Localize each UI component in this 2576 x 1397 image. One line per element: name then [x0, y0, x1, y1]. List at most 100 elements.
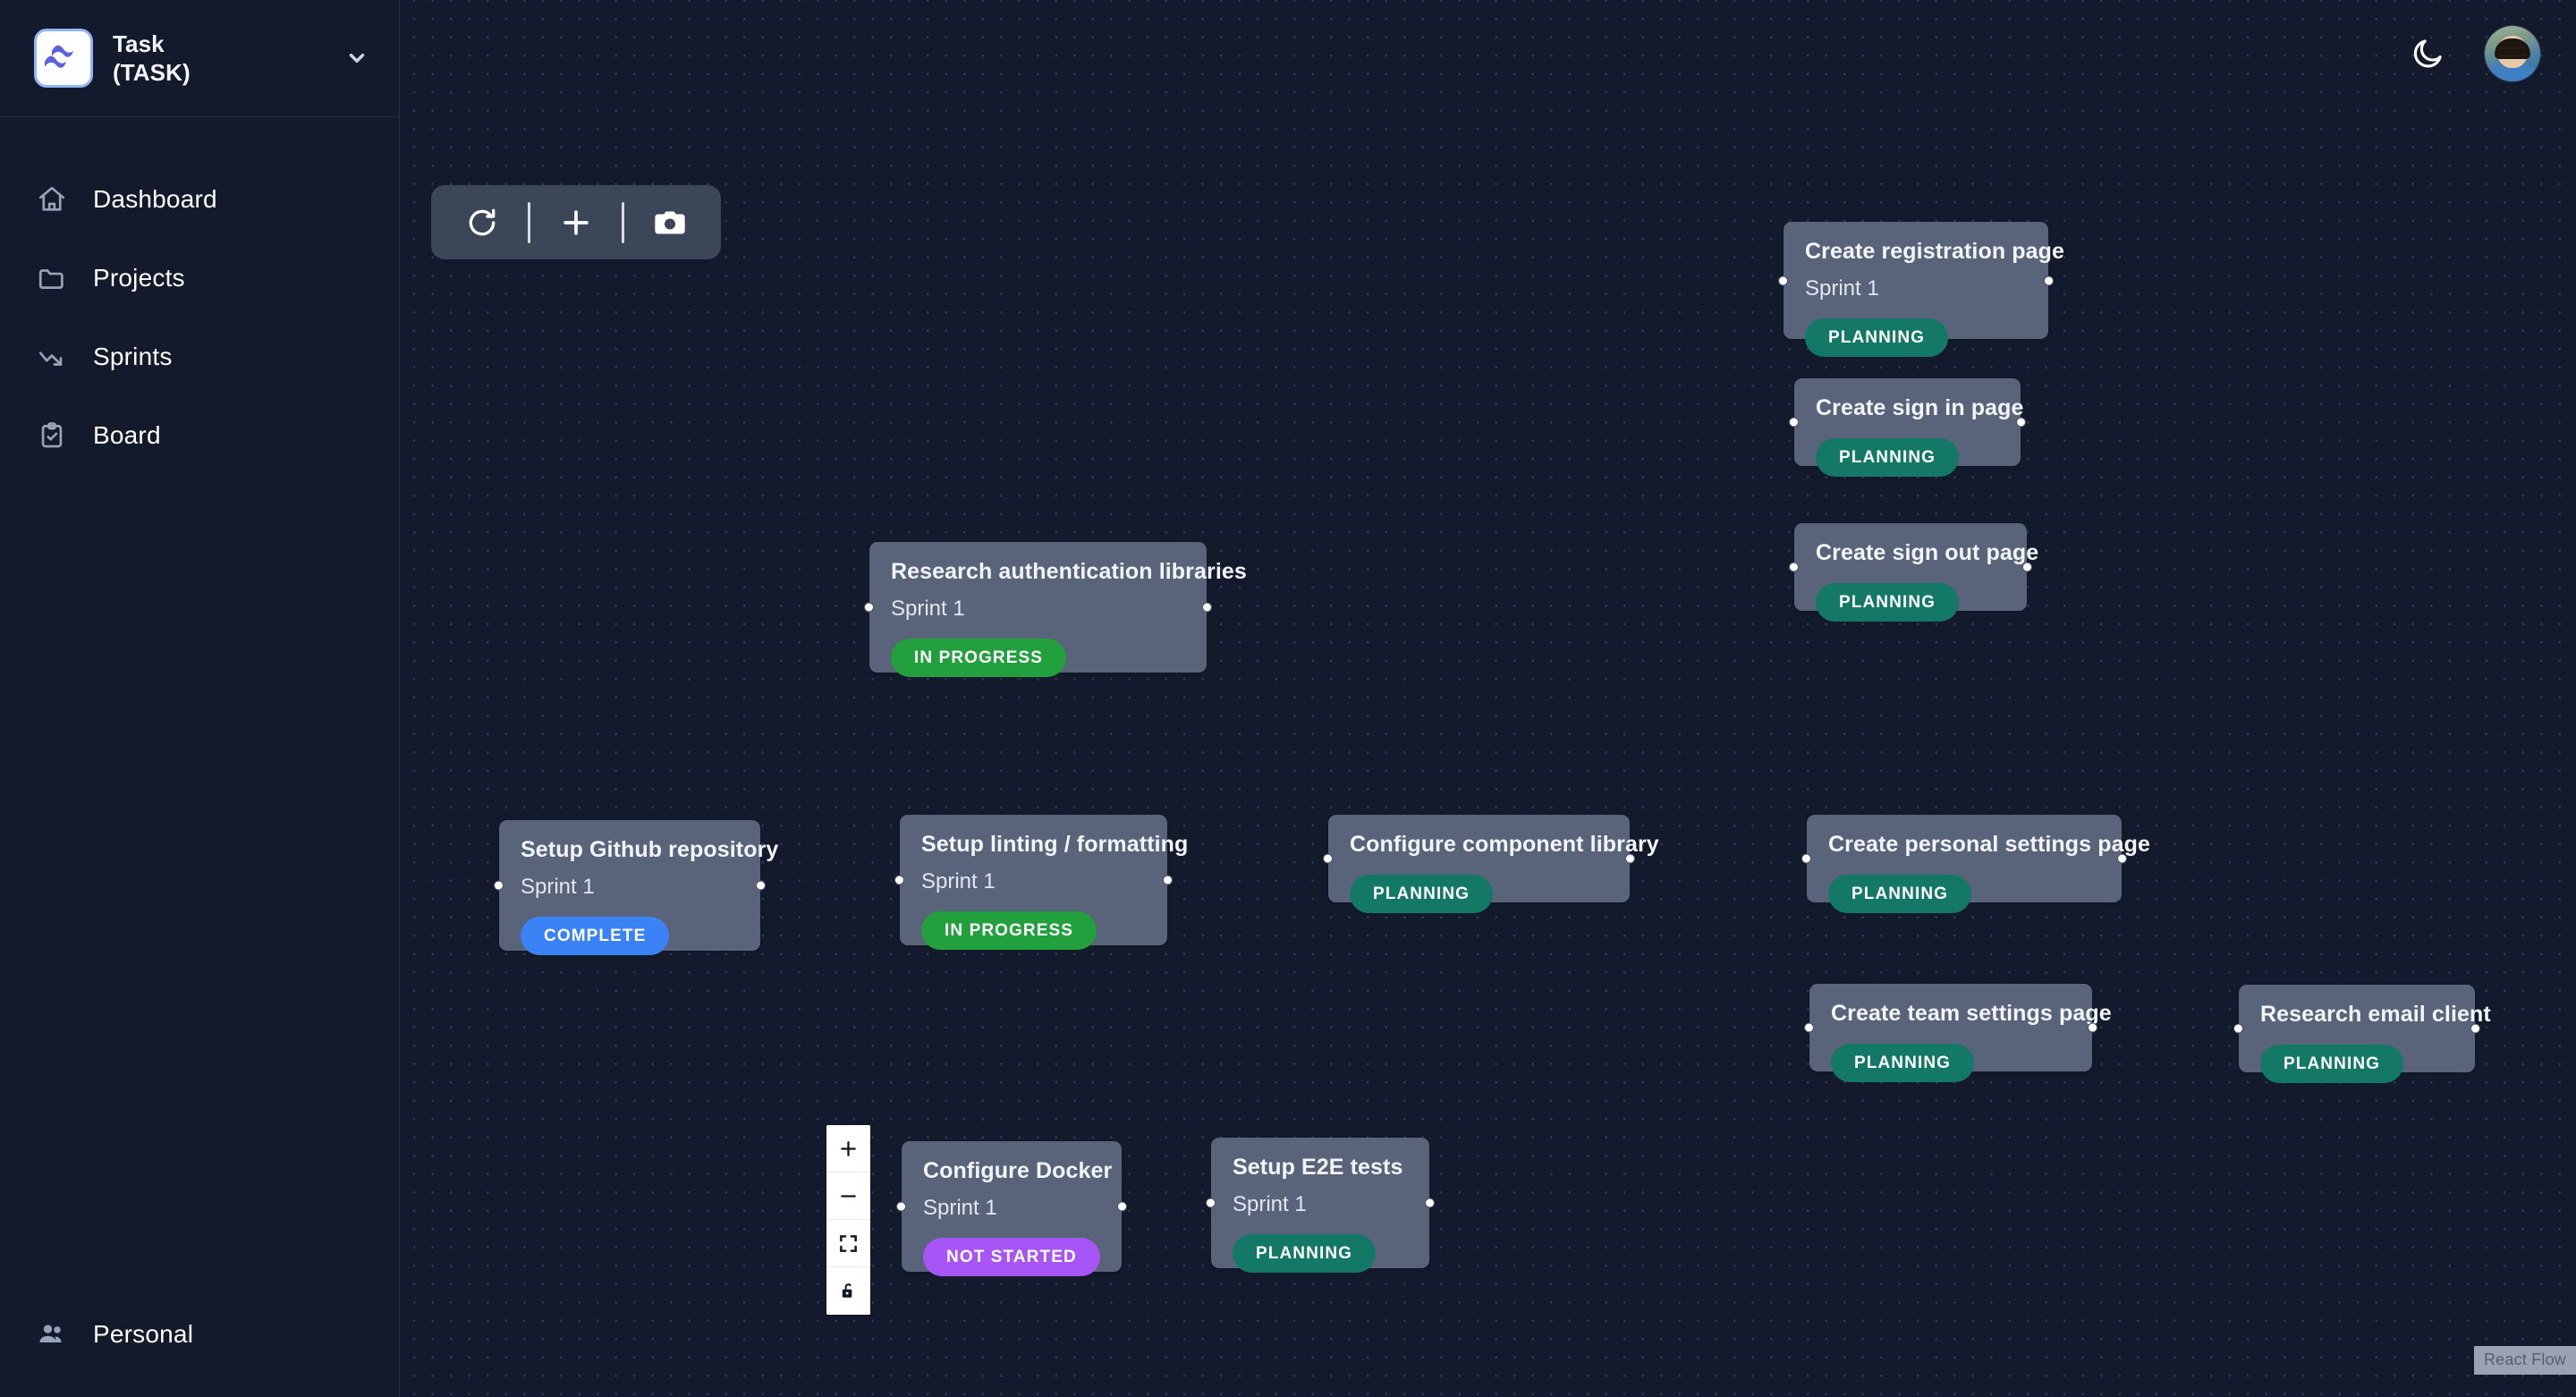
- task-node-title: Create team settings page: [1831, 1001, 2112, 1026]
- flow-toolbar: [431, 185, 721, 259]
- zoom-out-button[interactable]: [826, 1173, 870, 1220]
- status-badge[interactable]: PLANNING: [1828, 875, 1972, 914]
- task-node-title: Create sign in page: [1816, 395, 2024, 420]
- task-node-title: Create personal settings page: [1828, 832, 2150, 857]
- status-badge[interactable]: PLANNING: [1350, 875, 1494, 914]
- status-badge[interactable]: PLANNING: [2260, 1045, 2404, 1084]
- status-badge[interactable]: PLANNING: [1831, 1044, 1975, 1083]
- zoom-in-button[interactable]: [826, 1125, 870, 1173]
- target-handle[interactable]: [864, 602, 874, 613]
- sidebar-item-sprints[interactable]: Sprints: [0, 318, 399, 396]
- workspace-switcher[interactable]: Task (TASK): [0, 0, 399, 117]
- source-handle[interactable]: [2117, 853, 2127, 864]
- target-handle[interactable]: [494, 880, 504, 891]
- target-handle[interactable]: [1801, 853, 1811, 864]
- task-node[interactable]: Setup Github repository Sprint 1 COMPLETE: [494, 820, 779, 956]
- task-node-title: Create sign out page: [1816, 540, 2039, 565]
- source-handle[interactable]: [2016, 417, 2026, 428]
- source-handle[interactable]: [2044, 275, 2054, 285]
- target-handle[interactable]: [894, 875, 904, 885]
- source-handle[interactable]: [1117, 1201, 1127, 1212]
- sidebar-nav: Dashboard Projects Sprints Board: [0, 117, 399, 475]
- plus-icon[interactable]: [548, 195, 604, 250]
- flow-edges: [400, 0, 668, 134]
- react-flow-attribution[interactable]: React Flow: [2473, 1346, 2576, 1375]
- sidebar-item-label: Sprints: [93, 343, 173, 370]
- home-icon: [34, 184, 70, 215]
- topbar: [2402, 0, 2576, 107]
- status-badge[interactable]: PLANNING: [1233, 1234, 1377, 1274]
- wave-logo-icon: [34, 29, 93, 88]
- source-handle[interactable]: [1202, 602, 1212, 613]
- source-handle[interactable]: [2470, 1023, 2480, 1034]
- status-badge[interactable]: IN PROGRESS: [891, 639, 1067, 678]
- task-node[interactable]: Setup linting / formatting Sprint 1 IN PRO…: [894, 815, 1188, 951]
- target-handle[interactable]: [1804, 1022, 1814, 1033]
- sidebar-item-label: Board: [93, 421, 161, 449]
- task-node[interactable]: Configure component library PLANNING: [1323, 815, 1659, 914]
- trend-down-arrow-icon: [34, 342, 70, 372]
- moon-icon[interactable]: [2402, 29, 2453, 79]
- task-node-title: Research email client: [2260, 1002, 2491, 1027]
- task-node[interactable]: Research authentication libraries Sprint …: [864, 542, 1247, 678]
- task-node-title: Setup Github repository: [521, 837, 779, 862]
- task-node-sprint: Sprint 1: [1805, 276, 1879, 301]
- task-node-title: Setup E2E tests: [1233, 1155, 1403, 1180]
- status-badge[interactable]: PLANNING: [1816, 438, 1960, 478]
- task-node[interactable]: Configure Docker Sprint 1 NOT STARTED: [896, 1141, 1127, 1277]
- status-badge[interactable]: IN PROGRESS: [921, 911, 1097, 951]
- status-badge[interactable]: COMPLETE: [521, 917, 670, 956]
- source-handle[interactable]: [1625, 853, 1635, 864]
- target-handle[interactable]: [1789, 562, 1799, 572]
- status-badge[interactable]: NOT STARTED: [923, 1238, 1100, 1277]
- unlock-icon[interactable]: [826, 1267, 870, 1315]
- target-handle[interactable]: [896, 1201, 906, 1212]
- status-badge[interactable]: PLANNING: [1805, 318, 1949, 358]
- source-handle[interactable]: [1425, 1198, 1435, 1208]
- task-node[interactable]: Create sign in page PLANNING: [1789, 378, 2026, 478]
- toolbar-divider: [528, 201, 530, 243]
- source-handle[interactable]: [1163, 875, 1173, 885]
- task-node[interactable]: Create sign out page PLANNING: [1789, 523, 2039, 622]
- sidebar-item-personal[interactable]: Personal: [0, 1295, 399, 1374]
- task-node[interactable]: Research email client PLANNING: [2233, 985, 2491, 1084]
- task-node-title: Configure component library: [1350, 832, 1659, 857]
- sidebar: Task (TASK) Dashboard Projects Sprints B…: [0, 0, 400, 1397]
- camera-icon[interactable]: [642, 195, 698, 250]
- avatar[interactable]: [2485, 26, 2540, 81]
- task-node[interactable]: Create personal settings page PLANNING: [1801, 815, 2150, 914]
- task-node-sprint: Sprint 1: [921, 869, 996, 894]
- chevron-down-icon[interactable]: [345, 47, 369, 70]
- sidebar-bottom: Personal: [0, 1295, 399, 1374]
- workspace-key: (TASK): [113, 58, 191, 86]
- sidebar-item-label: Dashboard: [93, 185, 217, 213]
- sidebar-item-projects[interactable]: Projects: [0, 239, 399, 318]
- fit-view-button[interactable]: [826, 1220, 870, 1267]
- task-node-sprint: Sprint 1: [1233, 1192, 1307, 1217]
- source-handle[interactable]: [2088, 1022, 2097, 1033]
- task-node-sprint: Sprint 1: [521, 875, 595, 900]
- target-handle[interactable]: [1323, 853, 1333, 864]
- task-node-title: Create registration page: [1805, 239, 2064, 264]
- task-node-title: Configure Docker: [923, 1158, 1113, 1183]
- task-node-sprint: Sprint 1: [891, 597, 965, 622]
- target-handle[interactable]: [1206, 1198, 1216, 1208]
- task-node[interactable]: Setup E2E tests Sprint 1 PLANNING: [1206, 1138, 1435, 1274]
- task-node-sprint: Sprint 1: [923, 1196, 997, 1221]
- source-handle[interactable]: [756, 880, 766, 891]
- status-badge[interactable]: PLANNING: [1816, 583, 1960, 622]
- people-icon: [34, 1318, 70, 1350]
- task-node[interactable]: Create registration page Sprint 1 PLANNING: [1778, 222, 2064, 358]
- sidebar-item-dashboard[interactable]: Dashboard: [0, 160, 399, 239]
- source-handle[interactable]: [2022, 562, 2032, 572]
- refresh-icon[interactable]: [454, 195, 510, 250]
- sidebar-item-board[interactable]: Board: [0, 396, 399, 475]
- task-node[interactable]: Create team settings page PLANNING: [1804, 984, 2112, 1083]
- target-handle[interactable]: [1778, 275, 1788, 285]
- sidebar-item-label: Projects: [93, 264, 185, 292]
- folder-icon: [34, 263, 70, 293]
- clipboard-check-icon: [34, 420, 70, 451]
- flow-canvas[interactable]: React Flow Create registration page Sprin…: [400, 0, 2576, 1397]
- target-handle[interactable]: [1789, 417, 1799, 428]
- target-handle[interactable]: [2233, 1023, 2243, 1034]
